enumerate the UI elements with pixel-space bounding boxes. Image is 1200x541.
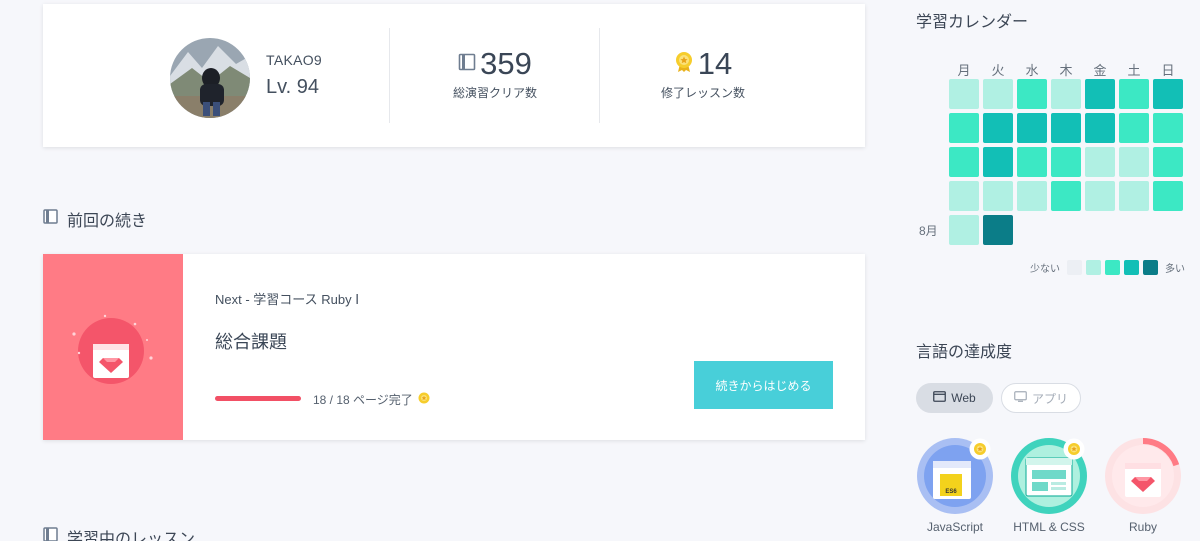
medal-icon: [1063, 438, 1085, 465]
calendar-day-cell[interactable]: [983, 215, 1013, 245]
calendar-day-cell[interactable]: [1085, 181, 1115, 211]
stat-exercises: 359 総演習クリア数: [415, 46, 575, 101]
calendar-day-cell[interactable]: [949, 181, 979, 211]
calendar-day-cell[interactable]: [949, 147, 979, 177]
calendar-day-cell[interactable]: [1085, 79, 1115, 109]
weekday-label: 月: [957, 63, 971, 78]
calendar-day-cell[interactable]: [1119, 79, 1149, 109]
resume-button[interactable]: 続きからはじめる: [694, 361, 833, 409]
weekday-label: 金: [1093, 63, 1107, 78]
language-ruby[interactable]: Ruby: [1103, 436, 1183, 534]
legend-swatch: [1105, 260, 1120, 275]
weekday-label: 水: [1025, 63, 1039, 78]
calendar-day-cell[interactable]: [1153, 79, 1183, 109]
section-title-label: 学習中のレッスン: [67, 531, 196, 541]
calendar-day-cell[interactable]: [983, 147, 1013, 177]
stat-value: 14: [697, 46, 733, 81]
notebook-icon: [458, 53, 476, 76]
calendar-day-cell[interactable]: [949, 79, 979, 109]
calendar-day-cell[interactable]: [1119, 113, 1149, 143]
calendar-day-cell[interactable]: [1153, 147, 1183, 177]
legend-more-label: 多い: [1165, 264, 1185, 275]
calendar-day-cell[interactable]: [1119, 181, 1149, 211]
legend-less-label: 少ない: [1030, 264, 1060, 275]
weekday-label: 土: [1127, 63, 1141, 78]
ruby-badge: [1105, 438, 1181, 514]
language-label: HTML & CSS: [1013, 520, 1085, 534]
tab-web[interactable]: Web: [916, 383, 993, 413]
username: TAKAO9: [266, 52, 323, 68]
lesson-thumbnail[interactable]: [43, 254, 183, 440]
calendar-day-cell[interactable]: [949, 215, 979, 245]
section-title-label: 前回の続き: [67, 213, 148, 230]
language-html-css[interactable]: HTML & CSS: [1009, 436, 1089, 534]
progress-bar: [215, 396, 301, 401]
weekday-label: 木: [1059, 63, 1073, 78]
tab-label: Web: [951, 391, 976, 405]
stat-label: 修了レッスン数: [660, 86, 745, 100]
progress-text: 18 / 18 ページ完了: [313, 393, 413, 407]
month-label: 8月: [919, 224, 938, 238]
calendar-day-cell[interactable]: [1051, 79, 1081, 109]
calendar-title: 学習カレンダー: [916, 14, 1029, 31]
divider: [389, 28, 390, 123]
calendar-day-cell[interactable]: [1017, 181, 1047, 211]
weekday-label: 火: [991, 63, 1005, 78]
calendar-day-cell[interactable]: [1051, 113, 1081, 143]
legend-swatch: [1067, 260, 1082, 275]
language-label: Ruby: [1128, 520, 1157, 534]
stat-lessons: 14 修了レッスン数: [623, 46, 783, 101]
language-javascript[interactable]: ES6 JavaScript: [915, 436, 995, 534]
medal-icon: [418, 392, 430, 408]
calendar-day-cell[interactable]: [983, 181, 1013, 211]
calendar-legend: 少ない 多い: [1030, 260, 1185, 275]
languages-title: 言語の達成度: [916, 344, 1013, 361]
calendar-day-cell[interactable]: [1085, 147, 1115, 177]
notebook-icon: [43, 527, 58, 541]
stat-value: 359: [480, 46, 532, 81]
lesson-title[interactable]: 総合課題: [215, 328, 287, 354]
calendar-day-cell[interactable]: [1051, 147, 1081, 177]
ruby-gem-icon: [72, 314, 153, 384]
svg-text:ES6: ES6: [945, 489, 957, 495]
legend-swatch: [1143, 260, 1158, 275]
tab-app[interactable]: アプリ: [1001, 383, 1081, 413]
calendar-day-cell[interactable]: [1017, 79, 1047, 109]
weekday-label: 日: [1161, 63, 1175, 78]
calendar-day-cell[interactable]: [1051, 181, 1081, 211]
user-level: Lv. 94: [266, 76, 319, 98]
legend-swatch: [1124, 260, 1139, 275]
progress-status: 18 / 18 ページ完了: [313, 391, 430, 408]
profile-card: TAKAO9 Lv. 94 359 総演習クリア数 14 修了レッスン数: [43, 4, 865, 147]
calendar-day-cell[interactable]: [1017, 147, 1047, 177]
next-course-label: Next - 学習コース Ruby Ⅰ: [215, 292, 360, 307]
medal-icon: [969, 438, 991, 465]
tab-label: アプリ: [1031, 391, 1068, 406]
browser-icon: [933, 391, 947, 405]
continue-card[interactable]: Next - 学習コース Ruby Ⅰ 総合課題 18 / 18 ページ完了 続…: [43, 254, 865, 440]
calendar-day-cell[interactable]: [1119, 147, 1149, 177]
calendar-day-cell[interactable]: [1153, 181, 1183, 211]
calendar-day-cell[interactable]: [983, 79, 1013, 109]
stat-label: 総演習クリア数: [452, 86, 537, 100]
calendar-day-cell[interactable]: [1017, 113, 1047, 143]
calendar-day-cell[interactable]: [983, 113, 1013, 143]
learning-section-title: 学習中のレッスン: [43, 525, 195, 541]
calendar-day-cell[interactable]: [1085, 113, 1115, 143]
notebook-icon: [43, 209, 58, 229]
avatar[interactable]: [170, 38, 250, 118]
continue-section-title: 前回の続き: [43, 207, 147, 231]
monitor-icon: [1014, 391, 1027, 405]
progress-fill: [215, 396, 301, 401]
legend-swatches: [1067, 260, 1158, 275]
language-label: JavaScript: [926, 520, 984, 534]
calendar-day-cell[interactable]: [949, 113, 979, 143]
calendar-day-cell[interactable]: [1153, 113, 1183, 143]
medal-icon: [674, 51, 694, 78]
divider: [599, 28, 600, 123]
legend-swatch: [1086, 260, 1101, 275]
